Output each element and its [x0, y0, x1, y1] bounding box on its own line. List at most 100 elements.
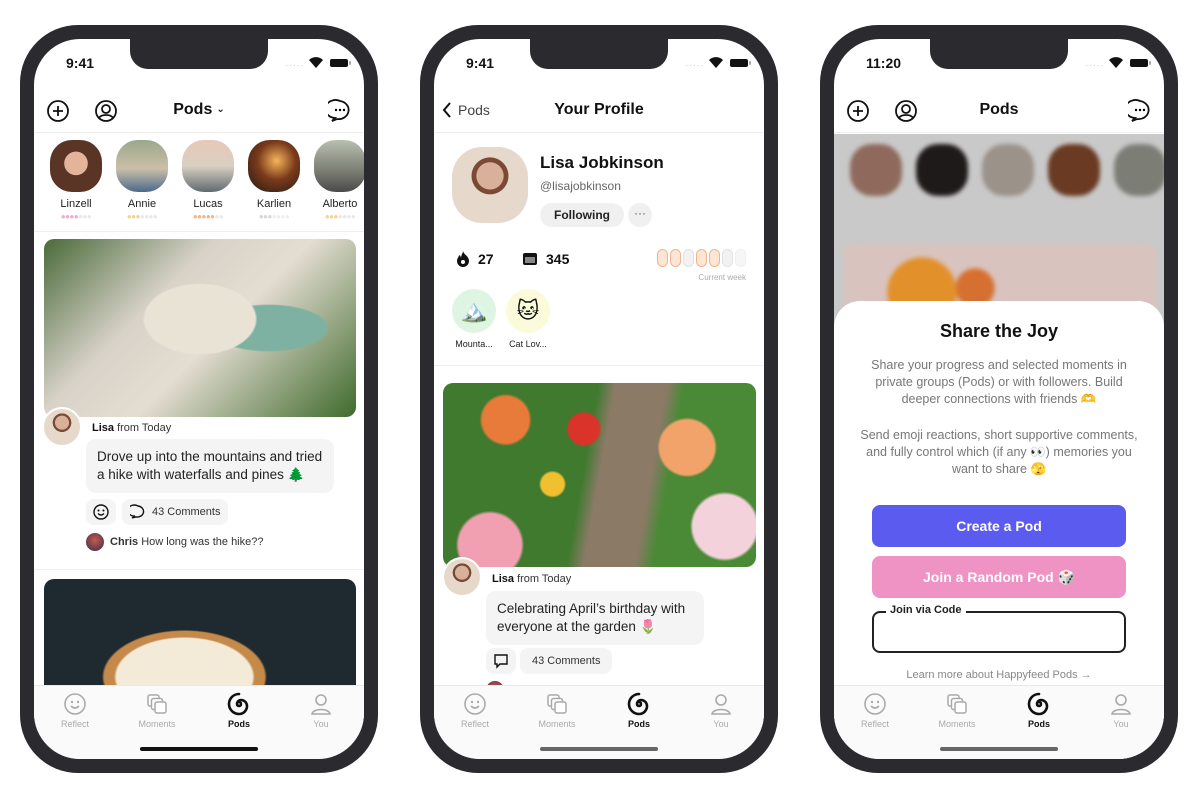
tab-label: Pods [1027, 719, 1050, 729]
comments-button[interactable]: 43 Comments [520, 648, 613, 674]
phone-share-sheet: 11:20 ····· Pods Share the Joy Share you… [820, 25, 1178, 773]
page-title: Your Profile [554, 101, 644, 118]
tab-moments[interactable]: Moments [122, 692, 192, 729]
progress-dots: ●●●●●●● [192, 212, 224, 221]
messages-icon[interactable] [328, 99, 352, 123]
story-item[interactable]: Linzell ●●●●●●● [48, 140, 104, 221]
story-name: Alberto [322, 198, 358, 210]
smile-icon [93, 504, 109, 520]
messages-icon[interactable] [1128, 99, 1152, 123]
post-author-avatar[interactable] [442, 557, 482, 597]
signal-icon: ····· [285, 61, 304, 70]
navbar: Pods ⌄ [34, 89, 364, 133]
comments-count: 43 Comments [532, 655, 601, 667]
post-photo-tulips[interactable] [443, 383, 756, 567]
status-time: 11:20 [866, 55, 902, 71]
tab-label: Reflect [60, 719, 89, 729]
blurred-avatar [1048, 144, 1100, 196]
spiral-icon [1027, 692, 1049, 716]
page-title[interactable]: Pods ⌄ [34, 101, 364, 119]
profile-handle: @lisajobkinson [540, 179, 621, 193]
post-text: Drove up into the mountains and tried a … [86, 439, 334, 493]
sheet-title: Share the Joy [939, 321, 1059, 341]
tab-moments[interactable]: Moments [522, 692, 592, 729]
comment-preview[interactable]: Chris How long was the hike?? [86, 533, 263, 551]
avatar [314, 140, 364, 192]
commenter-avatar [86, 533, 104, 551]
story-item[interactable]: Karlien ●●●●●●● [246, 140, 302, 221]
tab-you[interactable]: You [286, 692, 356, 729]
following-button[interactable]: Following [540, 203, 624, 227]
avatar [50, 140, 102, 192]
story-name: Linzell [60, 198, 92, 210]
person-icon [311, 694, 331, 715]
tab-reflect[interactable]: Reflect [40, 692, 110, 729]
entries-stat: 345 [522, 251, 569, 267]
tab-pods[interactable]: Pods [604, 692, 674, 729]
tab-label: Pods [627, 719, 650, 729]
more-button[interactable]: ··· [628, 203, 652, 227]
learn-more-link[interactable]: Learn more about Happyfeed Pods → [834, 669, 1164, 681]
battery-icon [1130, 59, 1151, 67]
tab-bar: Reflect Moments Pods You [434, 685, 764, 759]
badge-item[interactable]: 🏔️ Mounta... [450, 289, 498, 349]
story-item[interactable]: Lucas ●●●●●●● [180, 140, 236, 221]
tab-bar: Reflect Moments Pods You [34, 685, 364, 759]
join-code-input[interactable]: Join via Code [872, 604, 1126, 653]
battery-icon [330, 59, 351, 67]
wifi-icon [309, 57, 323, 68]
comments-button[interactable]: 43 Comments [122, 499, 229, 525]
post-author-avatar[interactable] [42, 407, 82, 447]
story-item[interactable]: Alberto ●●●●●●● [312, 140, 364, 221]
blurred-avatar [916, 144, 968, 196]
tab-you[interactable]: You [1086, 692, 1156, 729]
tab-pods[interactable]: Pods [204, 692, 274, 729]
tab-label: You [313, 719, 329, 729]
progress-dots: ●●●●●●● [60, 212, 92, 221]
profile-avatar[interactable] [452, 147, 528, 223]
comment-text: How long was the hike?? [141, 536, 264, 548]
tab-label: Reflect [860, 719, 889, 729]
notch [130, 39, 268, 69]
battery-icon [730, 59, 751, 67]
story-item[interactable]: Annie ●●●●●●● [114, 140, 170, 221]
home-indicator[interactable] [140, 747, 258, 751]
smile-icon [464, 693, 486, 715]
tab-reflect[interactable]: Reflect [840, 692, 910, 729]
tab-you[interactable]: You [686, 692, 756, 729]
join-random-pod-button[interactable]: Join a Random Pod 🎲 [872, 556, 1126, 598]
badge-item[interactable]: 🐱 Cat Lov... [504, 289, 552, 349]
signal-icon: ····· [685, 61, 704, 70]
home-indicator[interactable] [540, 747, 658, 751]
comment-icon [494, 654, 508, 669]
tab-bar: Reflect Moments Pods You [834, 685, 1164, 759]
tab-label: You [1113, 719, 1129, 729]
signal-icon: ····· [1085, 61, 1104, 70]
tab-moments[interactable]: Moments [922, 692, 992, 729]
tab-label: Moments [538, 719, 576, 729]
tab-label: You [713, 719, 729, 729]
smile-icon [864, 693, 886, 715]
comments-count: 43 Comments [152, 506, 221, 518]
tab-reflect[interactable]: Reflect [440, 692, 510, 729]
react-button[interactable] [86, 499, 116, 525]
navbar: Pods Your Profile [434, 89, 764, 133]
stack-icon [947, 694, 967, 714]
screen: 11:20 ····· Pods Share the Joy Share you… [834, 39, 1164, 759]
tab-label: Moments [938, 719, 976, 729]
week-label: Current week [698, 273, 746, 282]
screen: 9:41 ····· Pods ⌄ Linzell ●●●●●●● Annie ●… [34, 39, 364, 759]
tab-pods[interactable]: Pods [1004, 692, 1074, 729]
post-photo-mountain[interactable] [44, 239, 356, 417]
wifi-icon [1109, 57, 1123, 68]
commenter-name: Chris [110, 536, 139, 548]
tab-label: Reflect [460, 719, 489, 729]
create-pod-button[interactable]: Create a Pod [872, 505, 1126, 547]
spiral-icon [627, 692, 649, 716]
story-name: Annie [127, 198, 157, 210]
navbar: Pods [834, 89, 1164, 133]
sheet-description-2: Send emoji reactions, short supportive c… [860, 428, 1138, 476]
calendar-icon [523, 253, 537, 265]
home-indicator[interactable] [940, 747, 1058, 751]
comment-button[interactable] [486, 648, 516, 674]
